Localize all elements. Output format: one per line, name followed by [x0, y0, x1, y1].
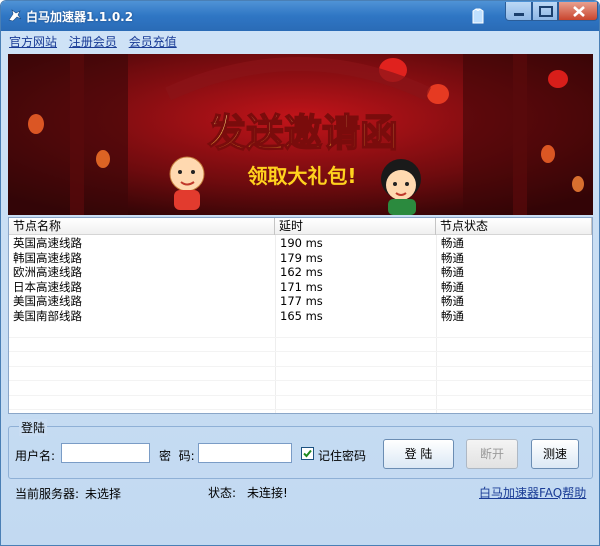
column-header-name[interactable]: 节点名称 — [9, 218, 275, 235]
empty-row — [9, 396, 592, 410]
faq-help-link[interactable]: 白马加速器FAQ帮助 — [479, 484, 586, 501]
username-input[interactable] — [61, 443, 150, 463]
title-bar[interactable]: 白马加速器1.1.0.2 — [1, 1, 599, 31]
banner-subline: 领取大礼包! — [247, 164, 356, 188]
cell-node-name: 英国高速线路 — [13, 236, 82, 250]
empty-row — [9, 352, 592, 367]
register-link[interactable]: 注册会员 — [69, 35, 117, 49]
minimize-button[interactable] — [505, 2, 532, 21]
window-title: 白马加速器1.1.0.2 — [26, 10, 134, 24]
table-row[interactable]: 美国高速线路 177 ms 畅通 — [9, 294, 592, 309]
boy-mascot-icon — [169, 156, 205, 210]
table-row[interactable]: 韩国高速线路 179 ms 畅通 — [9, 251, 592, 266]
checkmark-icon — [303, 449, 312, 458]
recharge-link[interactable]: 会员充值 — [129, 35, 177, 49]
empty-row — [9, 381, 592, 396]
table-row[interactable]: 美国南部线路 165 ms 畅通 — [9, 309, 592, 324]
server-list[interactable]: 节点名称 延时 节点状态 英国高速线路 190 ms 畅通 韩国高速线路 179… — [8, 217, 593, 414]
cell-latency: 190 ms — [280, 236, 323, 250]
cell-status: 畅通 — [441, 250, 464, 265]
app-window: 白马加速器1.1.0.2 官方网站 注册会员 会员充值 发送邀请函 领取大礼包!… — [0, 0, 600, 546]
empty-row — [9, 338, 592, 352]
promo-banner[interactable]: 发送邀请函 领取大礼包! — [8, 54, 593, 215]
banner-headline: 发送邀请函 — [208, 111, 398, 155]
cell-node-name: 美国南部线路 — [13, 308, 82, 323]
official-site-link[interactable]: 官方网站 — [9, 35, 57, 49]
cell-latency: 162 ms — [280, 265, 323, 279]
cell-latency: 179 ms — [280, 250, 323, 265]
table-row[interactable]: 日本高速线路 171 ms 畅通 — [9, 280, 592, 295]
top-links: 官方网站 注册会员 会员充值 — [9, 33, 185, 50]
remember-password-checkbox[interactable] — [301, 447, 314, 460]
cell-latency: 177 ms — [280, 294, 323, 308]
close-button[interactable] — [558, 2, 598, 21]
table-row[interactable]: 欧洲高速线路 162 ms 畅通 — [9, 265, 592, 280]
empty-row — [9, 323, 592, 338]
login-group-title: 登陆 — [19, 419, 48, 436]
login-button[interactable]: 登 陆 — [383, 439, 454, 469]
current-server-label: 当前服务器: — [15, 487, 80, 501]
current-server-value: 未选择 — [85, 487, 122, 501]
list-header: 节点名称 延时 节点状态 — [9, 218, 592, 235]
minimize-icon — [514, 13, 524, 16]
skin-icon[interactable] — [470, 7, 486, 25]
maximize-button[interactable] — [532, 2, 558, 21]
cell-status: 畅通 — [441, 236, 464, 250]
password-input[interactable] — [198, 443, 292, 463]
disconnect-button[interactable]: 断开 — [466, 439, 518, 469]
maximize-icon — [539, 6, 553, 17]
table-row[interactable]: 英国高速线路 190 ms 畅通 — [9, 236, 592, 251]
banner-image: 发送邀请函 领取大礼包! — [8, 54, 593, 215]
close-icon — [573, 6, 585, 17]
cell-latency: 165 ms — [280, 308, 323, 323]
cell-status: 畅通 — [441, 308, 464, 323]
connection-state-value: 未连接! — [247, 486, 288, 500]
cell-node-name: 日本高速线路 — [13, 279, 82, 294]
empty-row — [9, 367, 592, 381]
horse-icon — [8, 9, 22, 22]
cell-status: 畅通 — [441, 294, 464, 308]
column-header-status[interactable]: 节点状态 — [436, 218, 592, 235]
cell-status: 畅通 — [441, 265, 464, 279]
remember-password-label[interactable]: 记住密码 — [318, 447, 366, 464]
cell-node-name: 韩国高速线路 — [13, 250, 82, 265]
username-label: 用户名: — [15, 449, 56, 463]
cell-node-name: 美国高速线路 — [13, 294, 82, 308]
speed-test-button[interactable]: 测速 — [531, 439, 579, 469]
column-header-latency[interactable]: 延时 — [275, 218, 436, 235]
connection-state-label: 状态: — [208, 486, 237, 500]
cell-node-name: 欧洲高速线路 — [13, 265, 82, 279]
cell-status: 畅通 — [441, 279, 464, 294]
password-label: 密 码: — [159, 449, 195, 463]
cell-latency: 171 ms — [280, 279, 323, 294]
